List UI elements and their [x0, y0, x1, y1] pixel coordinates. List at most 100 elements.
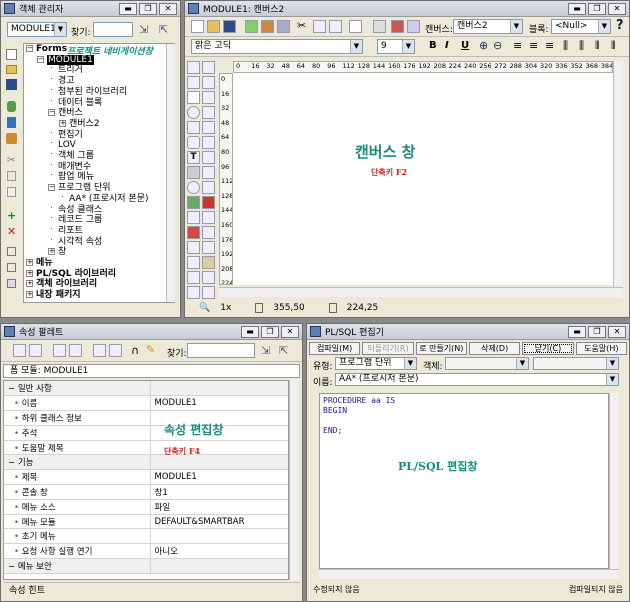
collapse-icon[interactable]	[7, 263, 16, 272]
prop-value[interactable]: DEFAULT&SMARTBAR	[149, 514, 288, 530]
open-icon[interactable]	[207, 20, 220, 33]
freehand-tool-icon[interactable]	[202, 136, 215, 149]
run-icon[interactable]	[7, 101, 16, 112]
name-select[interactable]: AA* (프로시저 본문) ▼	[335, 373, 619, 386]
tree-node[interactable]: · 트리거	[24, 65, 174, 76]
tree-node[interactable]: · 첨부된 라이브러리	[24, 86, 174, 98]
compile-icon[interactable]	[7, 117, 16, 128]
props-find-input[interactable]	[187, 343, 255, 358]
tree-node[interactable]: · 시각적 속성	[24, 236, 174, 248]
tree-node[interactable]: + 객체 라이브러리	[24, 279, 174, 290]
canvas-titlebar[interactable]: MODULE1: 캔버스2 ▬ ❐ ✕	[185, 1, 629, 17]
close-button[interactable]: ✕	[281, 325, 299, 338]
tree-toggle-icon[interactable]: +	[48, 248, 55, 256]
tree-node[interactable]: · 레코드 그룹	[24, 215, 174, 226]
add-prop-icon[interactable]	[53, 344, 66, 357]
object-select[interactable]: ▼	[445, 357, 529, 370]
props-row[interactable]: • 주석	[4, 425, 288, 441]
plsql-titlebar[interactable]: PL/SQL 편집기 ▬ ❐ ✕	[307, 324, 629, 340]
find-input[interactable]	[93, 22, 133, 37]
line-tool-icon[interactable]	[202, 91, 215, 104]
help-icon[interactable]: ?	[616, 18, 624, 33]
prop-value[interactable]	[149, 454, 288, 471]
minimize-button[interactable]: ▬	[568, 2, 586, 15]
rotate-tool-icon[interactable]	[202, 61, 215, 74]
tree-toggle-icon[interactable]: +	[26, 280, 33, 288]
tree-toggle-icon[interactable]: +	[26, 291, 33, 299]
tab-tool-icon[interactable]	[202, 241, 215, 254]
tree-node[interactable]: · 편집기	[24, 129, 174, 141]
intersection-icon[interactable]: ∩	[131, 344, 139, 357]
search-next-icon[interactable]: ⇲	[261, 344, 270, 357]
props-grid[interactable]: − 일반 사항 • 이름 MODULE1 • 하위 클래스 정보 • 주석 • 도움말 제…	[3, 380, 289, 580]
prop-value[interactable]: 아니오	[149, 543, 288, 560]
copy-props-icon[interactable]	[13, 344, 26, 357]
delete-icon[interactable]: ✕	[7, 225, 16, 238]
italic-button[interactable]: I	[445, 40, 449, 51]
tree-toggle-icon[interactable]: +	[26, 259, 33, 267]
tree-node[interactable]: − 캔버스	[24, 108, 174, 119]
list-tool-icon[interactable]	[202, 226, 215, 239]
tree-node[interactable]: · 리포트	[24, 225, 174, 237]
code-vscrollbar[interactable]	[609, 393, 619, 569]
tree-node[interactable]: + 내장 패키지	[24, 290, 174, 301]
line-color-icon[interactable]	[202, 271, 215, 284]
plsql-button-2[interactable]: 로 만들기(N)	[415, 342, 467, 355]
tree-node[interactable]: · 속성 클래스	[24, 204, 174, 216]
tree-node[interactable]: · 매개변수	[24, 161, 174, 173]
bold-button[interactable]: B	[429, 40, 437, 51]
tree-node[interactable]: · 경고	[24, 76, 174, 87]
save-icon[interactable]	[6, 79, 17, 90]
run-icon[interactable]	[245, 20, 258, 33]
tree-node[interactable]: − 프로그램 단위	[24, 183, 174, 194]
stacked-canvas-tool-icon[interactable]	[202, 256, 215, 269]
props-section-row[interactable]: − 기능	[4, 454, 288, 471]
text-item-tool-icon[interactable]	[202, 181, 215, 194]
polygon-tool-icon[interactable]	[187, 121, 200, 134]
tree-tool-icon[interactable]	[187, 256, 200, 269]
minimize-button[interactable]: ▬	[119, 2, 137, 15]
code-hscrollbar[interactable]	[319, 569, 619, 579]
tree-node[interactable]: + 캔버스2	[24, 119, 174, 130]
copy-icon[interactable]	[7, 171, 16, 181]
expand-icon[interactable]	[7, 247, 16, 256]
tree-toggle-icon[interactable]: −	[48, 184, 55, 192]
activex-tool-icon[interactable]	[202, 211, 215, 224]
stack-icon[interactable]: ⫴	[595, 39, 600, 53]
display-item-tool-icon[interactable]	[187, 241, 200, 254]
chart-tool-icon[interactable]	[202, 196, 215, 209]
props-row[interactable]: • 요청 사항 실행 연기 아니오	[4, 543, 288, 560]
restore-button[interactable]: ❐	[139, 2, 157, 15]
delete-prop-icon[interactable]	[69, 344, 82, 357]
restore-button[interactable]: ❐	[588, 2, 606, 15]
prop-value[interactable]: MODULE1	[149, 395, 288, 412]
text-tool-icon[interactable]: T	[187, 151, 200, 164]
align-right-icon[interactable]: ≡	[545, 39, 554, 52]
close-button[interactable]: ✕	[608, 325, 626, 338]
tree-node[interactable]: · AA* (프로시저 본문)	[24, 193, 174, 205]
navigator-titlebar[interactable]: 객체 관리자 ▬ ❐ ✕	[1, 1, 180, 17]
zoom-out-icon[interactable]: ⊖	[493, 39, 502, 52]
create-icon[interactable]: +	[7, 209, 16, 222]
compile-icon[interactable]	[277, 20, 290, 33]
prop-value[interactable]	[149, 558, 288, 574]
debug-icon[interactable]	[261, 20, 274, 33]
tree-node[interactable]: + 메뉴	[24, 258, 174, 269]
layout-icon[interactable]	[407, 20, 420, 33]
reshape-tool-icon[interactable]	[202, 76, 215, 89]
frame-tool-icon[interactable]	[202, 151, 215, 164]
ole-tool-icon[interactable]	[187, 211, 200, 224]
paste-props-icon[interactable]	[29, 344, 42, 357]
pin-icon[interactable]: ✎	[146, 343, 155, 356]
props-titlebar[interactable]: 속성 팔레트 ▬ ❐ ✕	[1, 324, 302, 340]
align-center-icon[interactable]: ≡	[529, 39, 538, 52]
plsql-button-4[interactable]: 닫기(C)	[522, 342, 574, 355]
font-size-select[interactable]: 9 ▼	[377, 39, 415, 54]
canvas-vscrollbar[interactable]	[613, 61, 623, 287]
paste-icon[interactable]	[7, 187, 16, 197]
code-editor[interactable]: PROCEDURE aa IS BEGIN END; PL/SQL 편집창	[319, 393, 609, 569]
props-row[interactable]: • 하위 클래스 정보	[4, 410, 288, 426]
checkbox-tool-icon[interactable]	[202, 166, 215, 179]
prop-value[interactable]: 창1	[149, 484, 288, 500]
tree-node[interactable]: · 객체 그룹	[24, 151, 174, 162]
